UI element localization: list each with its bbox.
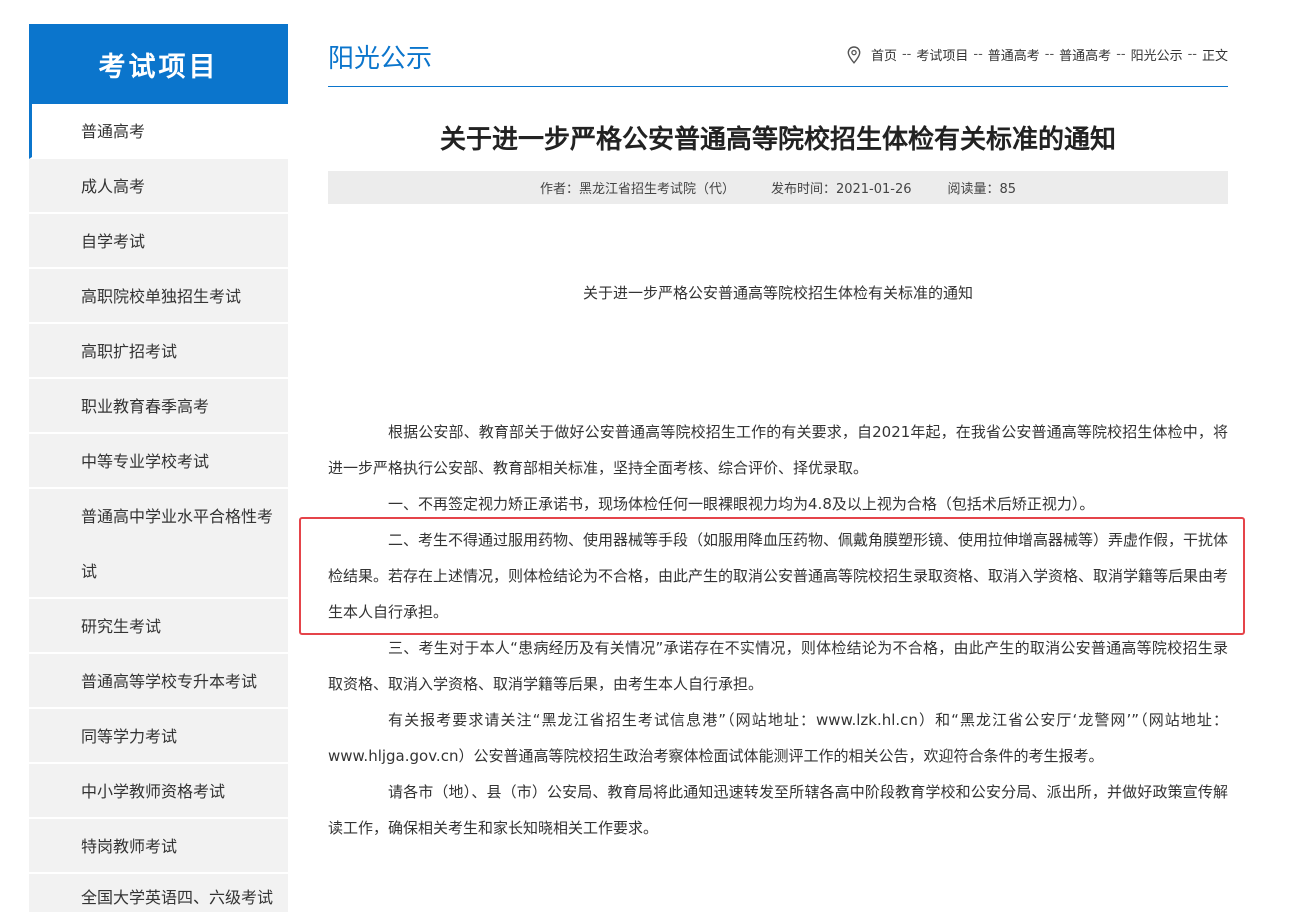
main-content: 阳光公示 首页 -- 考试项目 -- 普通高考 -- 普通高考 -- 阳光公示 … [328, 24, 1228, 837]
sidebar-item-label: 中等专业学校考试 [81, 452, 210, 471]
breadcrumb-home[interactable]: 首页 [871, 45, 897, 64]
breadcrumb-separator: -- [1044, 47, 1055, 62]
sidebar-item-jiaoshi-zige[interactable]: 中小学教师资格考试 [29, 764, 288, 819]
sidebar-item-yanjiusheng[interactable]: 研究生考试 [29, 599, 288, 654]
breadcrumb: 首页 -- 考试项目 -- 普通高考 -- 普通高考 -- 阳光公示 -- 正文 [847, 45, 1228, 64]
sidebar-item-label: 普通高等学校专升本考试 [81, 672, 258, 691]
paragraph: 根据公安部、教育部关于做好公安普通高等院校招生工作的有关要求，自2021年起，在… [328, 423, 1228, 477]
sidebar-item-putong-gaokao[interactable]: 普通高考 [29, 104, 288, 159]
breadcrumb-current: 正文 [1201, 49, 1228, 64]
article-meta: 作者：黑龙江省招生考试院（代） 发布时间：2021-01-26 阅读量：85 [328, 171, 1228, 204]
sidebar-item-chunji-gaokao[interactable]: 职业教育春季高考 [29, 379, 288, 434]
sidebar: 考试项目 普通高考 成人高考 自学考试 高职院校单独招生考试 高职扩招考试 职业… [29, 24, 288, 914]
sidebar-item-label: 普通高考 [81, 122, 146, 141]
sidebar-item-label: 自学考试 [81, 232, 146, 251]
article-title: 关于进一步严格公安普通高等院校招生体检有关标准的通知 [439, 125, 1116, 155]
breadcrumb-putong-gaokao-2[interactable]: 普通高考 [1059, 45, 1111, 64]
breadcrumb-separator: -- [901, 47, 912, 62]
sidebar-item-label: 全国大学英语四、六级考试 [81, 888, 274, 907]
breadcrumb-separator: -- [1187, 47, 1197, 62]
sidebar-item-tegang-jiaoshi[interactable]: 特岗教师考试 [29, 819, 288, 874]
sidebar-title: 考试项目 [29, 24, 288, 104]
breadcrumb-exam-projects[interactable]: 考试项目 [916, 45, 968, 64]
sidebar-item-label: 高职院校单独招生考试 [81, 287, 242, 306]
paragraph: 三、考生对于本人“患病经历及有关情况”承诺存在不实情况，则体检结论为不合格，由此… [328, 639, 1228, 693]
breadcrumb-sunshine[interactable]: 阳光公示 [1131, 45, 1183, 64]
sidebar-item-gaozhi-kuozhao[interactable]: 高职扩招考试 [29, 324, 288, 379]
breadcrumb-putong-gaokao[interactable]: 普通高考 [988, 45, 1040, 64]
section-title: 阳光公示 [328, 44, 433, 74]
breadcrumb-separator: -- [973, 47, 983, 62]
sidebar-item-label: 特岗教师考试 [81, 837, 178, 856]
sidebar-item-zixue-kaoshi[interactable]: 自学考试 [29, 214, 288, 269]
sidebar-item-chengren-gaokao[interactable]: 成人高考 [29, 159, 288, 214]
sidebar-item-label: 普通高中学业水平合格性考试 [81, 507, 274, 581]
sidebar-item-label: 职业教育春季高考 [81, 397, 210, 416]
paragraph: 一、不再签定视力矫正承诺书，现场体检任何一眼裸眼视力均为4.8及以上视为合格（包… [388, 495, 1095, 513]
document-title: 关于进一步严格公安普通高等院校招生体检有关标准的通知 [582, 284, 973, 302]
article-views: 阅读量：85 [947, 182, 1017, 197]
article-date: 发布时间：2021-01-26 [770, 182, 912, 197]
sidebar-item-gaozhi-dandu[interactable]: 高职院校单独招生考试 [29, 269, 288, 324]
sidebar-item-zhuanshengben[interactable]: 普通高等学校专升本考试 [29, 654, 288, 709]
article-body: 根据公安部、教育部关于做好公安普通高等院校招生工作的有关要求，自2021年起，在… [328, 414, 1228, 846]
sidebar-item-cet[interactable]: 全国大学英语四、六级考试 [29, 874, 288, 914]
section-header: 阳光公示 首页 -- 考试项目 -- 普通高考 -- 普通高考 -- 阳光公示 … [328, 24, 1228, 87]
sidebar-item-label: 成人高考 [81, 177, 146, 196]
sidebar-item-label: 高职扩招考试 [81, 342, 178, 361]
paragraph: 二、考生不得通过服用药物、使用器械等手段（如服用降血压药物、佩戴角膜塑形镜、使用… [328, 531, 1229, 621]
paragraph: 有关报考要求请关注“黑龙江省招生考试信息港”（网站地址：www.lzk.hl.c… [328, 711, 1228, 765]
article-author: 作者：黑龙江省招生考试院（代） [539, 182, 735, 197]
sidebar-item-label: 研究生考试 [81, 617, 162, 636]
sidebar-item-zhongzhuan[interactable]: 中等专业学校考试 [29, 434, 288, 489]
location-pin-icon [847, 45, 861, 64]
breadcrumb-separator: -- [1116, 47, 1126, 62]
sidebar-item-label: 中小学教师资格考试 [81, 782, 226, 801]
sidebar-item-tongdeng-xueli[interactable]: 同等学力考试 [29, 709, 288, 764]
sidebar-item-xueye-shuiping[interactable]: 普通高中学业水平合格性考试 [29, 489, 288, 599]
sidebar-item-label: 同等学力考试 [81, 727, 178, 746]
paragraph: 请各市（地）、县（市）公安局、教育局将此通知迅速转发至所辖各高中阶段教育学校和公… [328, 783, 1228, 837]
